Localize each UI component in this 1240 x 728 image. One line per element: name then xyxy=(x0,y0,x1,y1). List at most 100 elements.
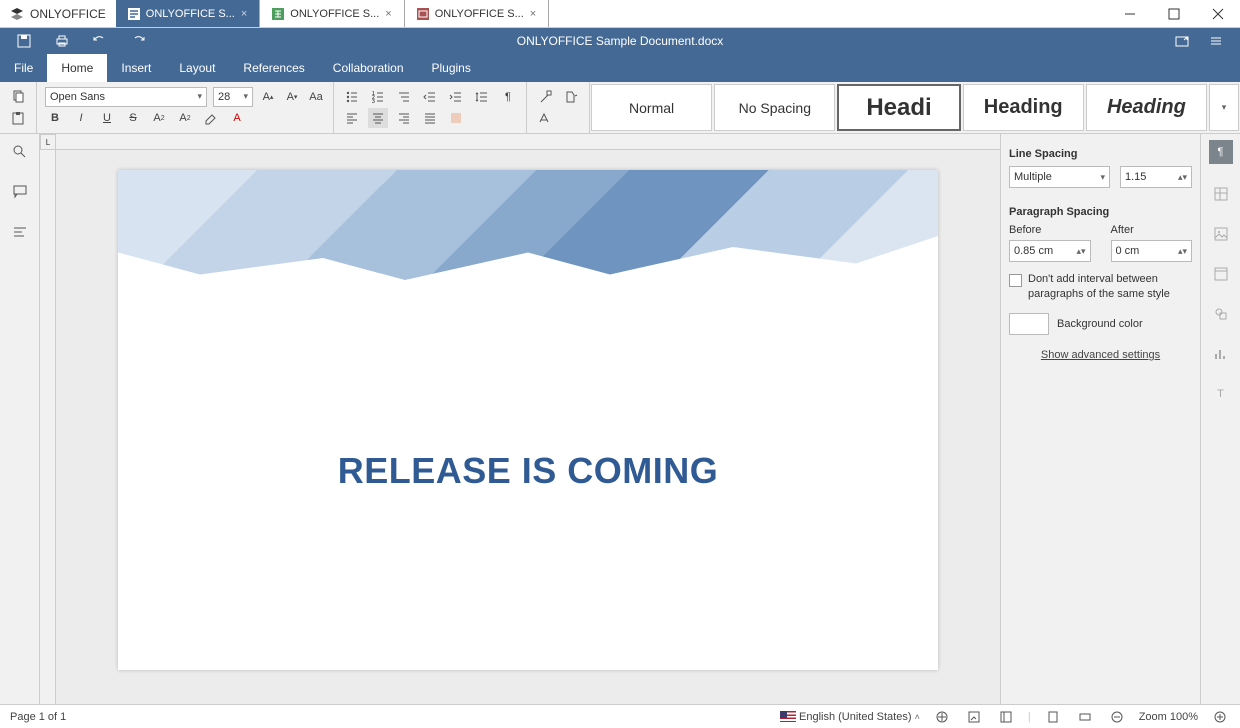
redo-icon[interactable] xyxy=(128,31,148,51)
close-button[interactable] xyxy=(1196,0,1240,27)
shape-settings-icon[interactable] xyxy=(1211,304,1231,324)
line-spacing-value[interactable]: 1.15▴▾ xyxy=(1120,166,1192,188)
minimize-button[interactable] xyxy=(1108,0,1152,27)
open-location-icon[interactable] xyxy=(1172,31,1192,51)
close-icon[interactable]: × xyxy=(530,8,536,20)
highlight-color-icon[interactable] xyxy=(201,108,221,128)
line-spacing-label: Line Spacing xyxy=(1009,148,1192,160)
menu-insert[interactable]: Insert xyxy=(107,54,165,82)
horizontal-ruler[interactable] xyxy=(56,134,1000,150)
underline-icon[interactable]: U xyxy=(97,108,117,128)
menu-collaboration[interactable]: Collaboration xyxy=(319,54,418,82)
advanced-settings-link[interactable]: Show advanced settings xyxy=(1009,349,1192,361)
bullets-icon[interactable] xyxy=(342,87,362,107)
background-color-label: Background color xyxy=(1057,318,1143,330)
zoom-out-icon[interactable] xyxy=(1107,707,1127,727)
font-color-icon[interactable]: A xyxy=(227,108,247,128)
strikethrough-icon[interactable]: S xyxy=(123,108,143,128)
close-icon[interactable]: × xyxy=(241,8,247,20)
multilevel-icon[interactable] xyxy=(394,87,414,107)
font-size-select[interactable]: 28▾ xyxy=(213,87,253,107)
app-tab-doc[interactable]: ONLYOFFICE S... × xyxy=(116,0,260,27)
menu-file[interactable]: File xyxy=(0,54,47,82)
paragraph-spacing-label: Paragraph Spacing xyxy=(1009,206,1192,218)
document-title: ONLYOFFICE Sample Document.docx xyxy=(0,34,1240,48)
nonprinting-icon[interactable]: ¶ xyxy=(498,87,518,107)
app-tab-sheet[interactable]: ONLYOFFICE S... × xyxy=(260,0,404,27)
paste-icon[interactable] xyxy=(8,108,28,128)
language-selector[interactable]: English (United States) ˄ xyxy=(780,711,920,723)
left-tool-panel xyxy=(0,134,40,704)
doc-view-icon[interactable] xyxy=(996,707,1016,727)
shading-icon[interactable] xyxy=(446,108,466,128)
bold-icon[interactable]: B xyxy=(45,108,65,128)
header-footer-icon[interactable] xyxy=(1211,264,1231,284)
line-spacing-mode[interactable]: Multiple▾ xyxy=(1009,166,1110,188)
chart-settings-icon[interactable] xyxy=(1211,344,1231,364)
increase-size-icon[interactable]: A▴ xyxy=(259,87,277,107)
background-color-swatch[interactable] xyxy=(1009,313,1049,335)
style-no-spacing[interactable]: No Spacing xyxy=(714,84,835,131)
no-interval-label: Don't add interval between paragraphs of… xyxy=(1028,272,1192,303)
table-settings-icon[interactable] xyxy=(1211,184,1231,204)
undo-icon[interactable] xyxy=(90,31,110,51)
paragraph-settings-icon[interactable]: ¶ xyxy=(1209,140,1233,164)
copy-style-icon[interactable] xyxy=(561,87,581,107)
app-tab-slide[interactable]: ONLYOFFICE S... × xyxy=(405,0,549,27)
superscript-icon[interactable]: A2 xyxy=(149,108,169,128)
no-interval-checkbox[interactable] xyxy=(1009,274,1022,287)
decrease-size-icon[interactable]: A▾ xyxy=(283,87,301,107)
zoom-value[interactable]: Zoom 100% xyxy=(1139,711,1198,723)
page[interactable]: RELEASE IS COMING xyxy=(118,170,938,670)
menu-plugins[interactable]: Plugins xyxy=(418,54,485,82)
spacing-after[interactable]: 0 cm▴▾ xyxy=(1111,240,1193,262)
view-settings-icon[interactable] xyxy=(1206,31,1226,51)
style-heading3[interactable]: Heading xyxy=(1086,84,1207,131)
italic-icon[interactable]: I xyxy=(71,108,91,128)
title-bar: ONLYOFFICE ONLYOFFICE S... × ONLYOFFICE … xyxy=(0,0,1240,28)
search-icon[interactable] xyxy=(10,142,30,162)
page-status[interactable]: Page 1 of 1 xyxy=(10,711,66,723)
track-changes-icon[interactable] xyxy=(964,707,984,727)
spellcheck-icon[interactable] xyxy=(932,707,952,727)
font-name-select[interactable]: Open Sans▾ xyxy=(45,87,207,107)
increase-indent-icon[interactable] xyxy=(446,87,466,107)
after-label: After xyxy=(1111,224,1193,236)
align-center-icon[interactable] xyxy=(368,108,388,128)
save-icon[interactable] xyxy=(14,31,34,51)
align-right-icon[interactable] xyxy=(394,108,414,128)
image-settings-icon[interactable] xyxy=(1211,224,1231,244)
close-icon[interactable]: × xyxy=(385,8,391,20)
decrease-indent-icon[interactable] xyxy=(420,87,440,107)
comments-icon[interactable] xyxy=(10,182,30,202)
line-spacing-icon[interactable] xyxy=(472,87,492,107)
change-case-icon[interactable]: Aa xyxy=(307,87,325,107)
canvas[interactable]: RELEASE IS COMING xyxy=(56,150,1000,704)
clear-style-icon[interactable] xyxy=(535,87,555,107)
copy-icon[interactable] xyxy=(8,87,28,107)
menu-references[interactable]: References xyxy=(229,54,318,82)
fit-page-icon[interactable] xyxy=(1043,707,1063,727)
navigation-icon[interactable] xyxy=(10,222,30,242)
align-left-icon[interactable] xyxy=(342,108,362,128)
style-normal[interactable]: Normal xyxy=(591,84,712,131)
flag-icon xyxy=(780,711,796,722)
zoom-in-icon[interactable] xyxy=(1210,707,1230,727)
doc-icon xyxy=(128,8,140,20)
spacing-before[interactable]: 0.85 cm▴▾ xyxy=(1009,240,1091,262)
styles-more[interactable]: ▾ xyxy=(1209,84,1239,131)
fit-width-icon[interactable] xyxy=(1075,707,1095,727)
menu-layout[interactable]: Layout xyxy=(165,54,229,82)
vertical-ruler[interactable] xyxy=(40,150,56,704)
style-heading2[interactable]: Heading xyxy=(963,84,1084,131)
align-justify-icon[interactable] xyxy=(420,108,440,128)
print-icon[interactable] xyxy=(52,31,72,51)
menu-home[interactable]: Home xyxy=(47,54,107,82)
maximize-button[interactable] xyxy=(1152,0,1196,27)
select-all-icon[interactable] xyxy=(535,108,555,128)
numbering-icon[interactable]: 123 xyxy=(368,87,388,107)
subscript-icon[interactable]: A2 xyxy=(175,108,195,128)
style-heading1[interactable]: Headi xyxy=(837,84,960,131)
text-art-icon[interactable]: T xyxy=(1211,384,1231,404)
page-heading[interactable]: RELEASE IS COMING xyxy=(178,450,878,492)
